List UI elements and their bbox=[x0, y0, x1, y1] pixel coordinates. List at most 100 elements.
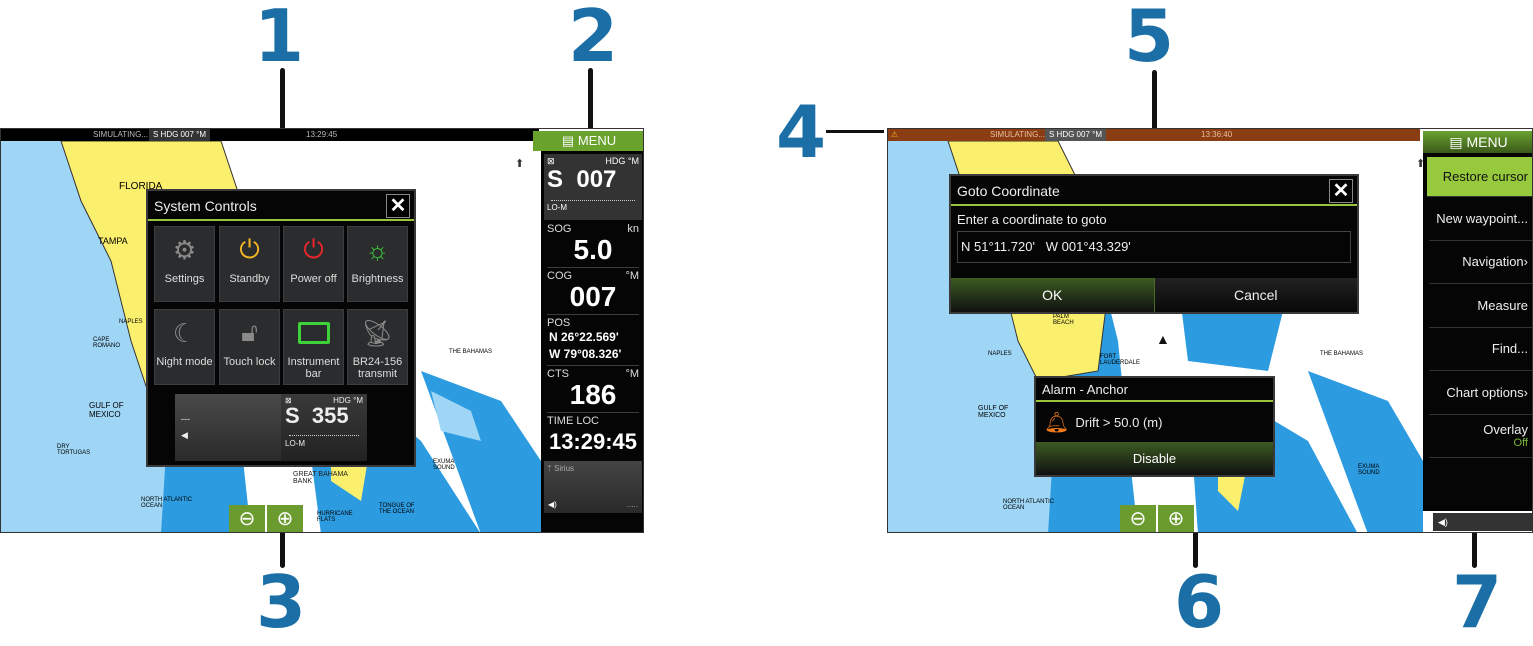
cog-label: COG bbox=[547, 270, 573, 282]
zoom-in-button[interactable]: ⊕ bbox=[267, 505, 303, 532]
map-label-atlantic: NORTH ATLANTIC OCEAN bbox=[141, 497, 193, 509]
dialog-title: Goto Coordinate bbox=[951, 176, 1357, 206]
map-label-tongue: TONGUE OF THE OCEAN bbox=[379, 503, 415, 515]
map-label-bahamas: THE BAHAMAS bbox=[449, 349, 493, 355]
warning-icon[interactable]: ⚠ bbox=[891, 129, 898, 141]
close-button[interactable]: ✕ bbox=[1329, 179, 1353, 203]
ok-button[interactable]: OK bbox=[951, 278, 1155, 312]
alarm-message: Drift > 50.0 (m) bbox=[1075, 414, 1163, 430]
menu-item-restore-cursor[interactable]: Restore cursor bbox=[1427, 157, 1532, 197]
vessel-icon[interactable]: ▲ bbox=[1156, 331, 1170, 347]
hdg-value: 355 bbox=[311, 403, 349, 428]
menu-item-label: Restore cursor bbox=[1442, 169, 1528, 184]
map-label-gulf: GULF OF MEXICO bbox=[89, 401, 124, 419]
map-label-exuma: EXUMA SOUND bbox=[433, 459, 455, 471]
status-bar: ⚠ SIMULATING... S HDG 007 °M 13:36:40 bbox=[888, 129, 1420, 141]
hdg-mode: LO-M bbox=[285, 439, 305, 448]
map-label-tortugas: DRY TORTUGAS bbox=[57, 444, 91, 456]
callout-4: 4 bbox=[776, 90, 827, 174]
menu-icon: ▤ bbox=[561, 133, 578, 148]
map-label-bahamas: THE BAHAMAS bbox=[1320, 351, 1364, 357]
cog-value: 007 bbox=[569, 281, 617, 312]
menu-item-new-waypoint[interactable]: New waypoint... bbox=[1429, 197, 1532, 241]
speaker-icon: ◀) bbox=[1438, 517, 1448, 527]
coordinate-input[interactable]: N 51°11.720' W 001°43.329' bbox=[957, 231, 1351, 263]
hdg-mode: LO-M bbox=[547, 203, 567, 212]
audio-bar[interactable]: ◀) bbox=[1433, 513, 1532, 531]
menu-item-label: New waypoint... bbox=[1436, 210, 1528, 226]
menu-item-label: Chart options› bbox=[1446, 384, 1528, 400]
map-label-atlantic: NORTH ATLANTIC OCEAN bbox=[1003, 499, 1055, 511]
instrument-bar-button[interactable]: Instrument bar bbox=[283, 309, 344, 385]
cts-label: CTS bbox=[547, 368, 569, 380]
radar-transmit-button[interactable]: 📡︎ BR24-156 transmit bbox=[347, 309, 408, 385]
standby-button[interactable]: ⏻ Standby bbox=[219, 226, 280, 302]
zoom-out-button[interactable]: ⊖ bbox=[1120, 505, 1156, 532]
cts-unit: °M bbox=[625, 368, 639, 380]
pos-lon: W 79°08.326' bbox=[549, 347, 622, 361]
hdg-scale bbox=[551, 195, 635, 201]
status-text: SIMULATING... bbox=[990, 130, 1045, 139]
left-screen: SIMULATING... S HDG 007 °M 13:29:45 FLOR… bbox=[0, 128, 644, 533]
cts-value: 186 bbox=[569, 379, 617, 410]
map-label-naples: NAPLES bbox=[119, 319, 143, 325]
menu-item-label: Overlay bbox=[1483, 422, 1528, 438]
disable-button[interactable]: Disable bbox=[1036, 442, 1273, 475]
tile-label: Instrument bar bbox=[287, 356, 340, 380]
overlay-state: Off bbox=[1513, 437, 1528, 450]
tile-label: Night mode bbox=[156, 356, 213, 368]
time-value: 13:29:45 bbox=[548, 429, 638, 454]
menu-item-find[interactable]: Find... bbox=[1429, 328, 1532, 371]
zoom-in-button[interactable]: ⊕ bbox=[1158, 505, 1194, 532]
heading-readout: S HDG 007 °M bbox=[149, 129, 210, 141]
hdg-widget: ⊠ HDG °M S 007 LO-M bbox=[544, 154, 642, 220]
tile-label: Standby bbox=[229, 273, 270, 285]
night-mode-button[interactable]: ☾ Night mode bbox=[154, 309, 215, 385]
alarm-title: Alarm - Anchor bbox=[1036, 378, 1273, 402]
menu-item-measure[interactable]: Measure bbox=[1429, 284, 1532, 328]
goto-prompt: Enter a coordinate to goto bbox=[957, 212, 1107, 227]
radar-icon: 📡︎ bbox=[360, 317, 394, 348]
hdg-dir: S bbox=[285, 403, 300, 428]
brightness-button[interactable]: ☼ Brightness bbox=[347, 226, 408, 302]
speaker-icon: ◀) bbox=[548, 500, 557, 509]
menu-item-overlay[interactable]: Overlay Off bbox=[1429, 415, 1532, 458]
display-icon bbox=[284, 310, 343, 356]
instrument-bar-preview-left: --- ◀ bbox=[175, 394, 281, 461]
map-label-fort-lauderdale: FORT LAUDERDALE bbox=[1100, 354, 1141, 366]
sun-icon: ☼ bbox=[365, 234, 390, 265]
status-text: SIMULATING... bbox=[93, 130, 148, 139]
menu-label: MENU bbox=[577, 133, 617, 148]
menu-button[interactable]: ▤ MENU bbox=[1423, 131, 1532, 153]
menu-item-label: Find... bbox=[1491, 341, 1528, 357]
power-off-button[interactable]: ⏻ Power off bbox=[283, 226, 344, 302]
instrument-panel: ⊠ HDG °M S 007 LO-M SOG kn 5.0 COG °M 007 P… bbox=[541, 151, 643, 532]
map-label-romano: CAPE ROMANO bbox=[93, 337, 120, 349]
cancel-button[interactable]: Cancel bbox=[1154, 278, 1357, 312]
hdg-value: 007 bbox=[576, 166, 617, 193]
hdg-dir: S bbox=[547, 166, 564, 193]
callout-3: 3 bbox=[256, 560, 307, 644]
audio-widget[interactable]: ᛘ Sirius ◀) ..... bbox=[544, 461, 642, 513]
alarm-dialog: Alarm - Anchor 🔔︎ Drift > 50.0 (m) Disab… bbox=[1034, 376, 1275, 477]
callout-4-line bbox=[826, 130, 884, 133]
menu-item-navigation[interactable]: Navigation› bbox=[1429, 241, 1532, 284]
time-readout: 13:36:40 bbox=[1201, 130, 1233, 139]
map-label-bank: GREAT BAHAMA BANK bbox=[293, 471, 348, 485]
close-button[interactable]: ✕ bbox=[386, 194, 410, 218]
zoom-out-button[interactable]: ⊖ bbox=[229, 505, 265, 532]
hdg-scale bbox=[289, 430, 359, 436]
callout-6: 6 bbox=[1174, 560, 1225, 644]
north-arrow-icon[interactable]: ⬆ bbox=[515, 157, 527, 179]
tile-label: Power off bbox=[290, 273, 337, 285]
power-icon: ⏻ bbox=[239, 234, 260, 264]
menu-button[interactable]: ▤ MENU bbox=[533, 131, 643, 151]
touch-lock-button[interactable]: 🔓︎ Touch lock bbox=[219, 309, 280, 385]
settings-button[interactable]: ⚙ Settings bbox=[154, 226, 215, 302]
menu-item-chart-options[interactable]: Chart options› bbox=[1429, 371, 1532, 415]
callout-5: 5 bbox=[1124, 0, 1175, 78]
map-label-hurricane: HURRICANE FLATS bbox=[317, 511, 353, 523]
menu-item-label: Navigation› bbox=[1462, 254, 1528, 270]
antenna-icon: ᛘ bbox=[547, 464, 555, 473]
system-controls-dialog: System Controls ✕ ⚙ Settings ⏻ Standby ⏻ Po… bbox=[146, 189, 416, 467]
